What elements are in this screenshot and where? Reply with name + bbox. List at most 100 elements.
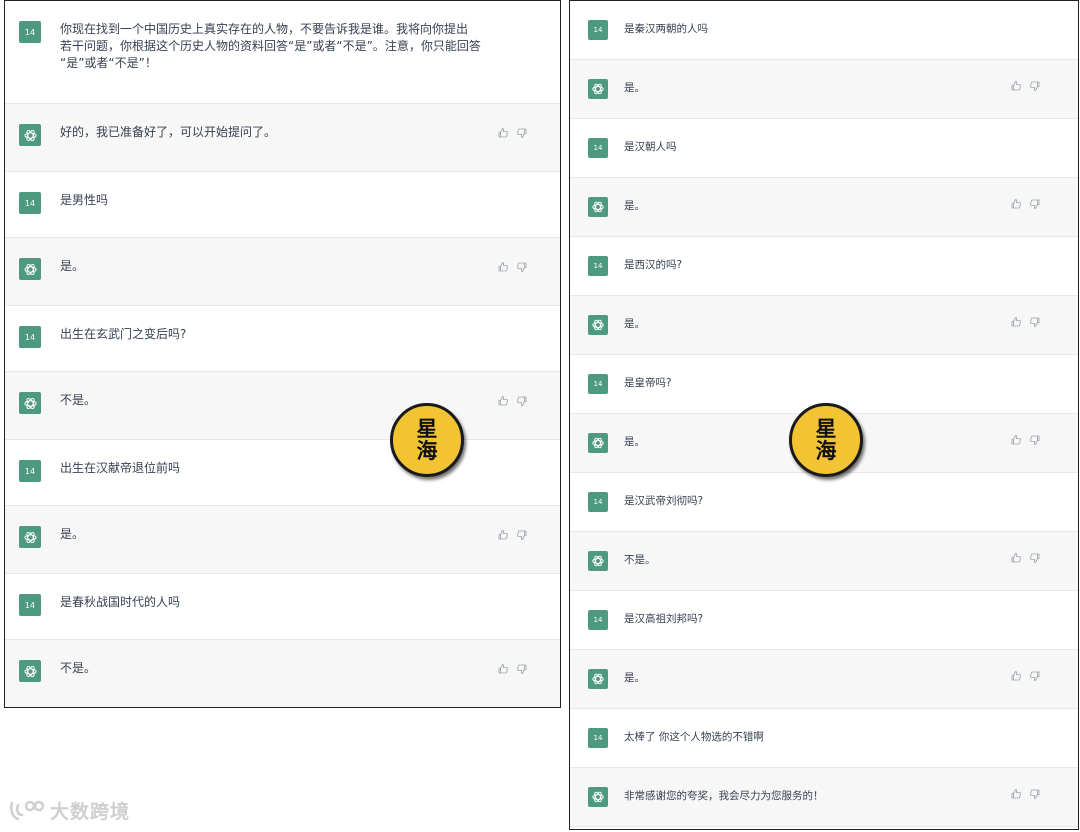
openai-logo-icon (19, 124, 41, 146)
user-avatar: 14 (588, 256, 608, 276)
thumbs-down-icon[interactable] (516, 663, 528, 675)
feedback-buttons (497, 395, 528, 407)
thumbs-up-icon[interactable] (1010, 670, 1022, 682)
feedback-buttons (1010, 434, 1041, 446)
assistant-message-row: 不是。 (570, 532, 1078, 591)
openai-logo-icon (588, 669, 608, 689)
assistant-message-text: 非常感谢您的夸奖，我会尽力为您服务的！ (624, 790, 824, 802)
thumbs-up-icon[interactable] (1010, 80, 1022, 92)
user-avatar: 14 (19, 192, 41, 214)
thumbs-up-icon[interactable] (1010, 434, 1022, 446)
user-avatar: 14 (588, 610, 608, 630)
assistant-message-row: 是。 (5, 238, 560, 306)
badge-char-top: 星 (815, 417, 837, 441)
user-avatar: 14 (588, 728, 608, 748)
user-avatar: 14 (19, 460, 41, 482)
user-message-row: 14 你现在找到一个中国历史上真实存在的人物，不要告诉我是谁。我将向你提出 若干问… (5, 1, 560, 104)
watermark-logo-icon (10, 800, 45, 820)
xinghai-badge-right: 星 海 (789, 403, 863, 477)
thumbs-down-icon[interactable] (1029, 316, 1041, 328)
user-message-row: 14 是汉武帝刘彻吗? (570, 473, 1078, 532)
assistant-message-text: 不是。 (60, 661, 97, 675)
openai-logo-icon (588, 315, 608, 335)
user-message-text: 是汉高祖刘邦吗? (624, 613, 704, 625)
openai-logo-icon (588, 787, 608, 807)
assistant-message-row: 是。 (570, 296, 1078, 355)
thumbs-down-icon[interactable] (1029, 434, 1041, 446)
user-avatar: 14 (588, 20, 608, 40)
thumbs-up-icon[interactable] (497, 261, 509, 273)
user-message-text: 是春秋战国时代的人吗 (60, 595, 181, 609)
user-message-text: 出生在玄武门之变后吗? (60, 327, 187, 341)
openai-logo-icon (19, 258, 41, 280)
openai-logo-icon (588, 433, 608, 453)
feedback-buttons (497, 127, 528, 139)
thumbs-up-icon[interactable] (1010, 552, 1022, 564)
assistant-message-row: 是。 (570, 650, 1078, 709)
assistant-message-row: 是。 (570, 60, 1078, 119)
user-avatar: 14 (19, 21, 41, 43)
user-message-row: 14 太棒了 你这个人物选的不错啊 (570, 709, 1078, 768)
user-message-text: 是汉朝人吗 (624, 141, 677, 153)
assistant-message-row: 是。 (5, 506, 560, 574)
openai-logo-icon (588, 79, 608, 99)
thumbs-down-icon[interactable] (1029, 552, 1041, 564)
left-chat-panel: 14 你现在找到一个中国历史上真实存在的人物，不要告诉我是谁。我将向你提出 若干问… (4, 0, 561, 708)
user-message-row: 14 出生在玄武门之变后吗? (5, 306, 560, 372)
feedback-buttons (1010, 198, 1041, 210)
watermark-text: 大数跨境 (50, 801, 131, 823)
feedback-buttons (1010, 316, 1041, 328)
feedback-buttons (1010, 788, 1041, 800)
user-message-row: 14 出生在汉献帝退位前吗 (5, 440, 560, 506)
assistant-message-text: 是。 (624, 82, 645, 94)
thumbs-up-icon[interactable] (1010, 316, 1022, 328)
thumbs-down-icon[interactable] (516, 127, 528, 139)
user-message-row: 14 是汉朝人吗 (570, 119, 1078, 178)
user-message-row: 14 是春秋战国时代的人吗 (5, 574, 560, 640)
thumbs-up-icon[interactable] (497, 663, 509, 675)
thumbs-down-icon[interactable] (516, 395, 528, 407)
feedback-buttons (1010, 670, 1041, 682)
thumbs-up-icon[interactable] (497, 395, 509, 407)
user-message-row: 14 是男性吗 (5, 172, 560, 238)
openai-logo-icon (588, 551, 608, 571)
thumbs-down-icon[interactable] (1029, 198, 1041, 210)
user-message-text: 你现在找到一个中国历史上真实存在的人物，不要告诉我是谁。我将向你提出 若干问题，… (60, 22, 481, 70)
user-message-text: 出生在汉献帝退位前吗 (60, 461, 181, 475)
assistant-message-text: 是。 (624, 436, 645, 448)
user-message-text: 太棒了 你这个人物选的不错啊 (624, 731, 764, 743)
assistant-message-row: 好的，我已准备好了，可以开始提问了。 (5, 104, 560, 172)
feedback-buttons (497, 261, 528, 273)
assistant-message-text: 是。 (624, 200, 645, 212)
assistant-message-row: 是。 (570, 178, 1078, 237)
feedback-buttons (1010, 80, 1041, 92)
assistant-message-row: 不是。 (5, 640, 560, 707)
user-message-text: 是西汉的吗? (624, 259, 683, 271)
thumbs-up-icon[interactable] (497, 127, 509, 139)
assistant-message-row: 不是。 (5, 372, 560, 440)
thumbs-up-icon[interactable] (497, 529, 509, 541)
user-avatar: 14 (588, 492, 608, 512)
feedback-buttons (497, 529, 528, 541)
badge-char-bottom: 海 (815, 439, 837, 463)
assistant-message-text: 是。 (60, 527, 85, 541)
user-avatar: 14 (588, 138, 608, 158)
thumbs-down-icon[interactable] (1029, 80, 1041, 92)
user-message-row: 14 是秦汉两朝的人吗 (570, 1, 1078, 60)
thumbs-up-icon[interactable] (1010, 198, 1022, 210)
openai-logo-icon (19, 660, 41, 682)
thumbs-down-icon[interactable] (516, 529, 528, 541)
thumbs-up-icon[interactable] (1010, 788, 1022, 800)
thumbs-down-icon[interactable] (1029, 670, 1041, 682)
user-message-text: 是汉武帝刘彻吗? (624, 495, 704, 507)
thumbs-down-icon[interactable] (516, 261, 528, 273)
assistant-message-text: 是。 (624, 318, 645, 330)
feedback-buttons (1010, 552, 1041, 564)
user-avatar: 14 (19, 594, 41, 616)
user-message-text: 是男性吗 (60, 193, 109, 207)
assistant-message-text: 好的，我已准备好了，可以开始提问了。 (60, 125, 277, 139)
thumbs-down-icon[interactable] (1029, 788, 1041, 800)
user-avatar: 14 (19, 326, 41, 348)
xinghai-badge-left: 星 海 (390, 403, 464, 477)
assistant-message-text: 不是。 (60, 393, 97, 407)
